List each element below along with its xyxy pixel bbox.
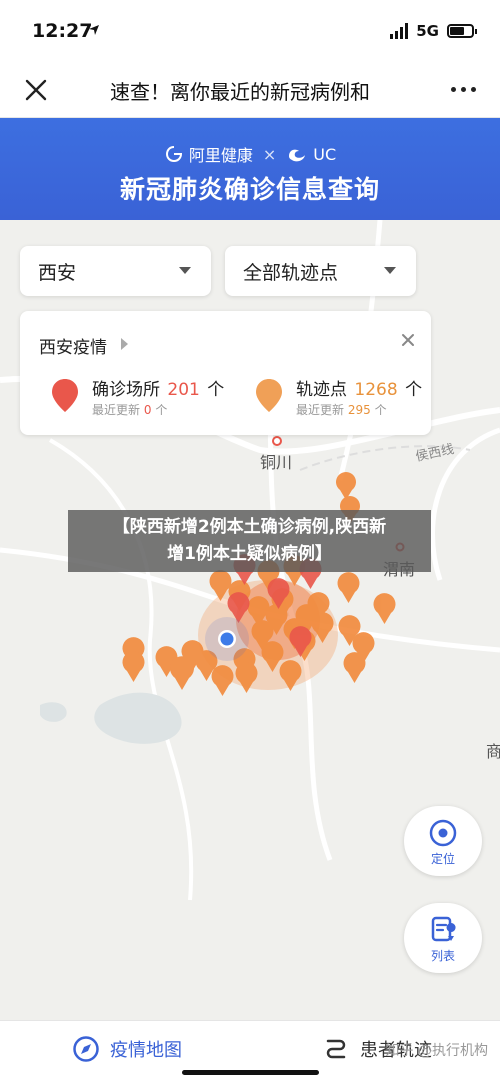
battery-icon bbox=[447, 24, 477, 38]
locate-icon bbox=[429, 819, 457, 847]
headline-line-1: 【陕西新增2例本土确诊病例,陕西新 bbox=[112, 517, 387, 537]
brand-separator: × bbox=[262, 144, 277, 164]
tracks-unit: 个 bbox=[405, 380, 423, 400]
location-arrow-icon bbox=[89, 25, 99, 35]
city-select-value: 西安 bbox=[38, 261, 77, 284]
caret-down-icon bbox=[179, 267, 191, 274]
status-time: 12:27 bbox=[32, 20, 93, 42]
list-icon bbox=[431, 916, 456, 942]
track-pin-icon bbox=[256, 379, 282, 412]
banner: 阿里健康 × UC 新冠肺炎确诊信息查询 bbox=[0, 118, 500, 220]
uc-brand: UC bbox=[286, 144, 336, 164]
headline-line-2: 增1例本土疑似病例】 bbox=[167, 544, 332, 564]
locate-button[interactable]: 定位 bbox=[404, 806, 482, 876]
tab-epidemic-map-label: 疫情地图 bbox=[110, 1040, 182, 1061]
city-select[interactable]: 西安 bbox=[20, 246, 211, 296]
more-icon[interactable] bbox=[451, 87, 476, 92]
route-icon bbox=[326, 1039, 346, 1059]
epidemic-info-card: 西安疫情 确诊场所 201 个 最近更新 0 个 轨迹点 1268 个 最近更新 bbox=[20, 311, 431, 435]
tracks-count: 1268 bbox=[354, 380, 398, 400]
category-select-value: 全部轨迹点 bbox=[243, 261, 339, 284]
confirmed-count: 201 bbox=[167, 380, 200, 400]
close-icon[interactable] bbox=[22, 76, 50, 104]
compass-icon bbox=[73, 1036, 99, 1062]
map-label-tongchuan: 铜川 bbox=[260, 453, 293, 472]
caret-right-icon[interactable] bbox=[121, 338, 128, 350]
caret-down-icon bbox=[384, 267, 396, 274]
confirmed-unit: 个 bbox=[207, 380, 225, 400]
alihealth-brand: 阿里健康 bbox=[164, 142, 253, 166]
status-indicators: 5G bbox=[390, 22, 477, 40]
tracks-recent-label: 最近更新 bbox=[296, 403, 345, 417]
brand-row: 阿里健康 × UC bbox=[0, 142, 500, 166]
tracks-recent: 最近更新 295 个 bbox=[296, 401, 387, 418]
locate-label: 定位 bbox=[430, 852, 455, 866]
tracks-label: 轨迹点 bbox=[296, 380, 347, 400]
news-headline: 【陕西新增2例本土确诊病例,陕西新 增1例本土疑似病例】 bbox=[68, 510, 431, 572]
alihealth-logo-icon bbox=[165, 146, 182, 163]
card-title[interactable]: 西安疫情 bbox=[39, 333, 107, 358]
confirmed-recent-label: 最近更新 bbox=[92, 403, 141, 417]
confirmed-recent-unit: 个 bbox=[155, 403, 168, 417]
uc-label: UC bbox=[313, 144, 337, 164]
uc-logo-icon bbox=[289, 149, 306, 162]
page-title: 速查！离你最近的新冠病例和 bbox=[110, 80, 370, 104]
signal-icon bbox=[390, 23, 409, 39]
confirmed-summary: 确诊场所 201 个 bbox=[92, 375, 224, 400]
nav-bar: 速查！离你最近的新冠病例和 bbox=[0, 62, 500, 118]
confirmed-recent: 最近更新 0 个 bbox=[92, 401, 167, 418]
watermark: 知乎 @执行机构 bbox=[385, 1043, 488, 1059]
tab-epidemic-map[interactable]: 疫情地图 bbox=[72, 1035, 182, 1063]
banner-title: 新冠肺炎确诊信息查询 bbox=[119, 175, 380, 204]
tracks-recent-unit: 个 bbox=[374, 403, 387, 417]
network-type: 5G bbox=[416, 22, 439, 40]
map-label-shang: 商 bbox=[486, 742, 500, 761]
list-button[interactable]: 列表 bbox=[404, 903, 482, 973]
confirmed-pin-icon bbox=[52, 379, 78, 412]
tracks-summary: 轨迹点 1268 个 bbox=[296, 375, 422, 400]
confirmed-label: 确诊场所 bbox=[92, 380, 160, 400]
confirmed-recent-count: 0 bbox=[143, 403, 152, 417]
list-label: 列表 bbox=[430, 949, 455, 963]
tracks-recent-count: 295 bbox=[347, 403, 371, 417]
close-icon[interactable] bbox=[401, 333, 415, 347]
category-select[interactable]: 全部轨迹点 bbox=[225, 246, 416, 296]
alihealth-label: 阿里健康 bbox=[188, 146, 253, 165]
status-bar: 12:27 5G bbox=[0, 0, 500, 62]
home-indicator bbox=[182, 1070, 319, 1075]
